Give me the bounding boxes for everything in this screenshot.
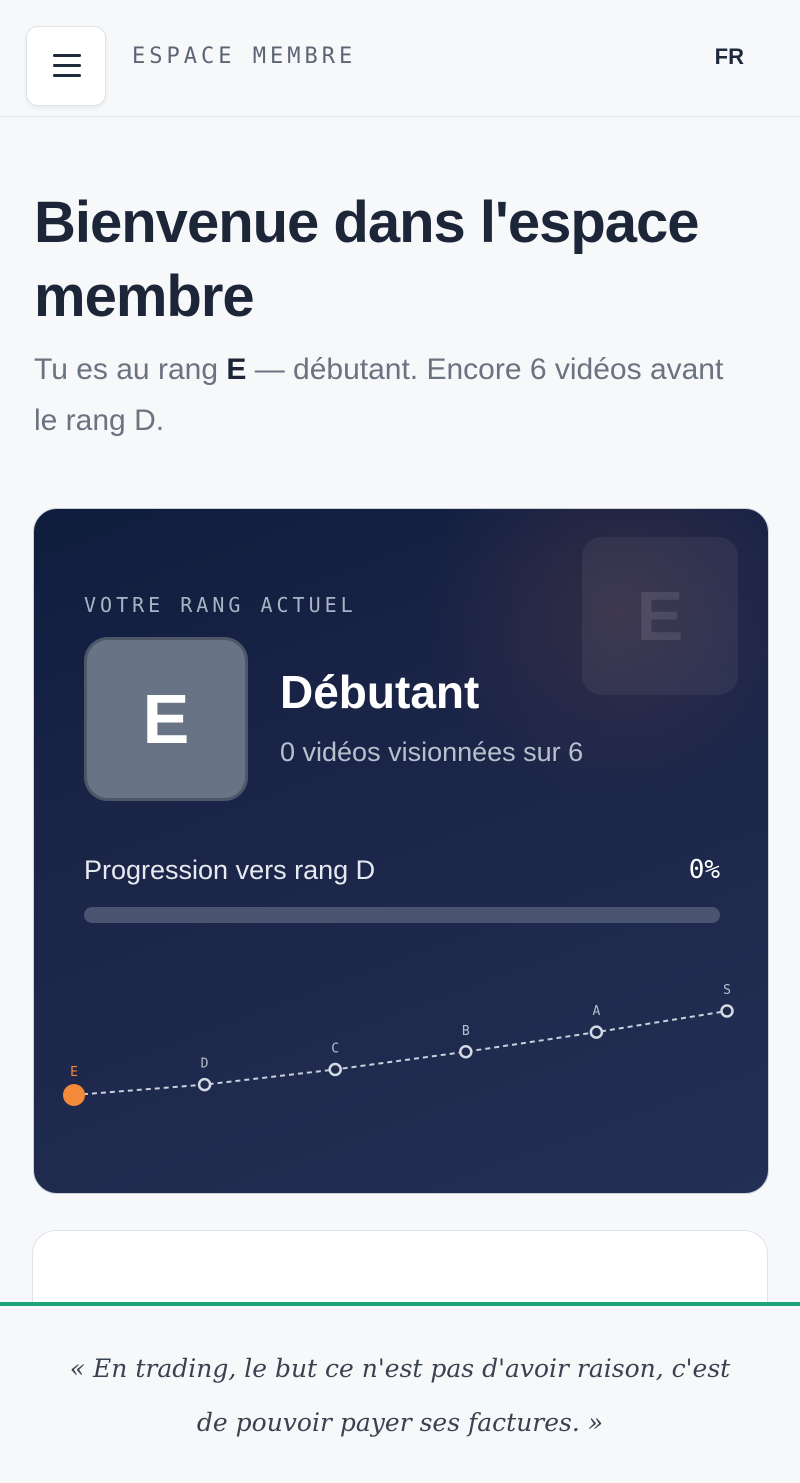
page-subtitle: Tu es au rang E — débutant. Encore 6 vid… [34,344,754,446]
rank-node-label: C [331,1041,339,1056]
top-bar: ESPACE MEMBRE FR [0,0,800,117]
rank-node-label: A [592,1004,600,1019]
rank-path-line [73,1010,728,1096]
hamburger-menu-icon[interactable] [26,26,106,106]
rank-badge: E [84,637,248,801]
subtitle-text: Tu es au rang [34,353,227,386]
rank-path-chart: E D C B A S [63,983,734,1106]
subtitle-rank: E [226,353,247,386]
progress-bar [84,907,720,923]
rank-node-label: D [201,1057,209,1072]
quote-text: « En trading, le but ce n'est pas d'avoi… [69,1354,731,1437]
rank-node-d [197,1077,212,1092]
progress-label: Progression vers rang D [84,855,376,885]
rank-node-label: B [462,1024,470,1039]
rank-node-e [63,1084,85,1106]
rank-name: Débutant [280,666,480,718]
rank-node-a [589,1025,604,1039]
rank-node-label: E [70,1065,78,1080]
quote-bar: « En trading, le but ce n'est pas d'avoi… [0,1302,800,1483]
language-switch[interactable]: FR [715,44,744,70]
progress-percent: 0% [688,855,720,885]
rank-card: E VOTRE RANG ACTUEL E Débutant 0 vidéos … [33,508,769,1194]
rank-card-label: VOTRE RANG ACTUEL [84,593,357,617]
rank-node-label: S [723,983,731,998]
rank-node-s [720,1004,734,1018]
videos-count: 0 vidéos visionnées sur 6 [280,737,584,767]
rank-watermark: E [582,537,738,695]
rank-node-c [328,1062,342,1077]
brand-label: ESPACE MEMBRE [132,44,357,69]
rank-node-b [459,1045,473,1059]
page-title: Bienvenue dans l'espace membre [34,190,700,329]
